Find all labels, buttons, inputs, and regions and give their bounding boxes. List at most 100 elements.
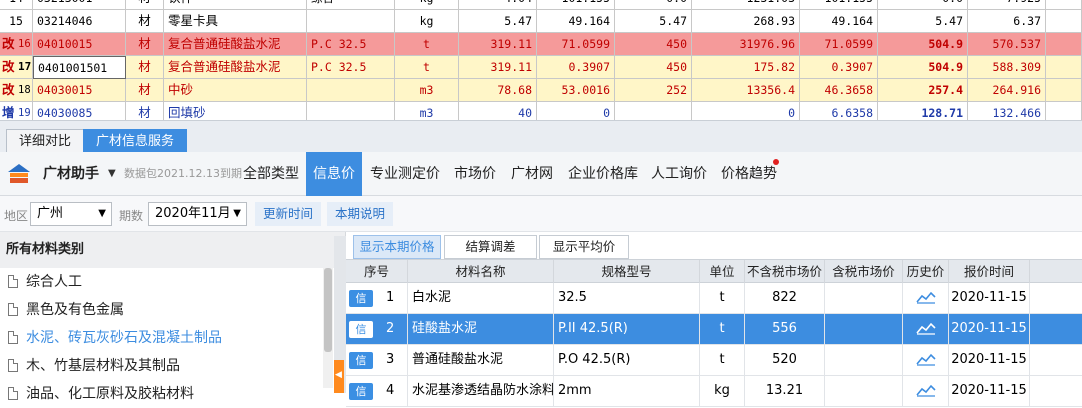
region-label: 地区	[4, 209, 29, 223]
row-spec: P.II 42.5(R)	[554, 314, 700, 344]
row-tax-price[interactable]	[825, 283, 903, 313]
value-7: 570.537	[968, 33, 1046, 56]
value-2: 53.0016	[537, 79, 615, 102]
row-tax-price[interactable]	[825, 314, 903, 344]
col-date[interactable]: 报价时间	[949, 260, 1030, 283]
region-select[interactable]: 广州 ▼	[30, 202, 112, 226]
row-name: 普通硅酸盐水泥	[408, 345, 554, 375]
category-item[interactable]: 木、竹基层材料及其制品	[8, 352, 180, 380]
region-value: 广州	[37, 206, 64, 221]
tab-detail-compare[interactable]: 详细对比	[6, 129, 85, 153]
tab-settlement-adjust[interactable]: 结算调差	[444, 235, 537, 259]
table-row[interactable]: 改 17 0401001501 材 复合普通硅酸盐水泥 P.C 32.5 t 3…	[0, 56, 1082, 79]
col-name[interactable]: 材料名称	[408, 260, 554, 283]
value-5: 49.164	[800, 10, 878, 33]
col-tax-price[interactable]: 含税市场价	[825, 260, 903, 283]
material-spec: P.C 32.5	[307, 56, 395, 79]
row-history[interactable]	[903, 283, 949, 313]
app-logo-icon	[6, 161, 32, 187]
nav-info-price[interactable]: 信息价	[306, 152, 362, 196]
category-scroll-thumb[interactable]	[324, 268, 332, 352]
nav-all-types[interactable]: 全部类型	[243, 152, 299, 196]
nav-professional-price[interactable]: 专业测定价	[370, 152, 440, 196]
package-expiry-note: 数据包2021.12.13到期	[124, 167, 242, 180]
nav-material-net[interactable]: 广材网	[511, 152, 553, 196]
material-type: 材	[126, 79, 164, 102]
col-unit[interactable]: 单位	[700, 260, 745, 283]
trend-chart-icon[interactable]	[916, 290, 936, 304]
trend-chart-icon[interactable]	[916, 383, 936, 397]
document-icon	[8, 275, 18, 288]
row-spec: 32.5	[554, 283, 700, 313]
row-history[interactable]	[903, 376, 949, 406]
table-row[interactable]: 改 18 04030015 材 中砂 m3 78.68 53.0016 252 …	[0, 79, 1082, 102]
app-name[interactable]: 广材助手	[43, 152, 99, 196]
period-note-button[interactable]: 本期说明	[327, 202, 394, 226]
material-type: 材	[126, 10, 164, 33]
table-row[interactable]: 信4 水泥基渗透结晶防水涂料 2mm kg 13.21 2020-11-15	[346, 376, 1082, 407]
info-badge: 信	[349, 290, 373, 307]
col-price[interactable]: 不含税市场价	[745, 260, 825, 283]
table-row[interactable]: 信3 普通硅酸盐水泥 P.O 42.5(R) t 520 2020-11-15	[346, 345, 1082, 376]
row-tax-price[interactable]	[825, 376, 903, 406]
tab-material-info-service[interactable]: 广材信息服务	[83, 129, 188, 153]
material-unit: kg	[395, 10, 459, 33]
value-4: 175.82	[692, 56, 800, 79]
table-row[interactable]: 15 03214046 材 零星卡具 kg 5.47 49.164 5.47 2…	[0, 10, 1082, 33]
col-history[interactable]: 历史价	[903, 260, 949, 283]
tab-average-price[interactable]: 显示平均价	[539, 235, 629, 259]
col-spec[interactable]: 规格型号	[554, 260, 700, 283]
value-5: 71.0599	[800, 33, 878, 56]
nav-price-trend[interactable]: 价格趋势	[721, 152, 777, 196]
category-label: 油品、化工原料及胶粘材料	[26, 386, 194, 402]
tab-current-price[interactable]: 显示本期价格	[353, 235, 441, 259]
row-history[interactable]	[903, 314, 949, 344]
row-index: 14	[0, 0, 33, 10]
value-6: 128.71	[878, 102, 968, 120]
chevron-down-icon: ▼	[233, 208, 241, 219]
row-price[interactable]: 556	[745, 314, 825, 344]
row-date: 2020-11-15	[949, 345, 1030, 375]
nav-enterprise-library[interactable]: 企业价格库	[568, 152, 638, 196]
trend-chart-icon[interactable]	[916, 321, 936, 335]
category-item[interactable]: 黑色及有色金属	[8, 296, 124, 324]
value-4: 13356.4	[692, 79, 800, 102]
row-price[interactable]: 822	[745, 283, 825, 313]
value-2: 0	[537, 102, 615, 120]
material-type: 材	[126, 102, 164, 120]
row-tax-price[interactable]	[825, 345, 903, 375]
value-5: 101.155	[800, 0, 878, 10]
trend-chart-icon[interactable]	[916, 352, 936, 366]
value-2: 71.0599	[537, 33, 615, 56]
nav-manual-inquiry[interactable]: 人工询价	[651, 152, 707, 196]
table-row[interactable]: 增 19 04030085 材 回填砂 m3 40 0 0 6.6358 128…	[0, 102, 1082, 120]
material-spec	[307, 10, 395, 33]
value-1: 4.04	[459, 0, 537, 10]
table-row[interactable]: 改 16 04010015 材 复合普通硅酸盐水泥 P.C 32.5 t 319…	[0, 33, 1082, 56]
category-item[interactable]: 油品、化工原料及胶粘材料	[8, 380, 194, 408]
material-code: 03213001	[33, 0, 126, 10]
row-mark: 增	[0, 102, 18, 120]
row-date: 2020-11-15	[949, 314, 1030, 344]
row-history[interactable]	[903, 345, 949, 375]
table-row-selected[interactable]: 信2 硅酸盐水泥 P.II 42.5(R) t 556 2020-11-15	[346, 314, 1082, 345]
category-header: 所有材料类别	[0, 232, 345, 268]
row-price[interactable]: 520	[745, 345, 825, 375]
table-row[interactable]: 14 03213001 材 铁件 综合 kg 4.04 101.155 0.0 …	[0, 0, 1082, 10]
col-no[interactable]: 序号	[346, 260, 408, 283]
nav-market-price[interactable]: 市场价	[454, 152, 496, 196]
period-select[interactable]: 2020年11月 ▼	[148, 202, 247, 226]
table-row[interactable]: 信1 白水泥 32.5 t 822 2020-11-15	[346, 283, 1082, 314]
category-panel: 所有材料类别 综合人工 黑色及有色金属 水泥、砖瓦灰砂石及混凝土制品 木、竹基层…	[0, 232, 346, 402]
category-item[interactable]: 综合人工	[8, 268, 82, 296]
update-time-button[interactable]: 更新时间	[255, 202, 322, 226]
material-spec	[307, 79, 395, 102]
category-item-selected[interactable]: 水泥、砖瓦灰砂石及混凝土制品	[8, 324, 222, 352]
material-code-cell-focused[interactable]: 0401001501	[33, 56, 126, 79]
row-name: 水泥基渗透结晶防水涂料	[408, 376, 554, 406]
material-name: 复合普通硅酸盐水泥	[164, 33, 307, 56]
chevron-down-icon[interactable]: ▼	[108, 152, 116, 196]
collapse-panel-button[interactable]: ◀	[334, 360, 344, 393]
category-label: 木、竹基层材料及其制品	[26, 358, 180, 374]
row-price[interactable]: 13.21	[745, 376, 825, 406]
